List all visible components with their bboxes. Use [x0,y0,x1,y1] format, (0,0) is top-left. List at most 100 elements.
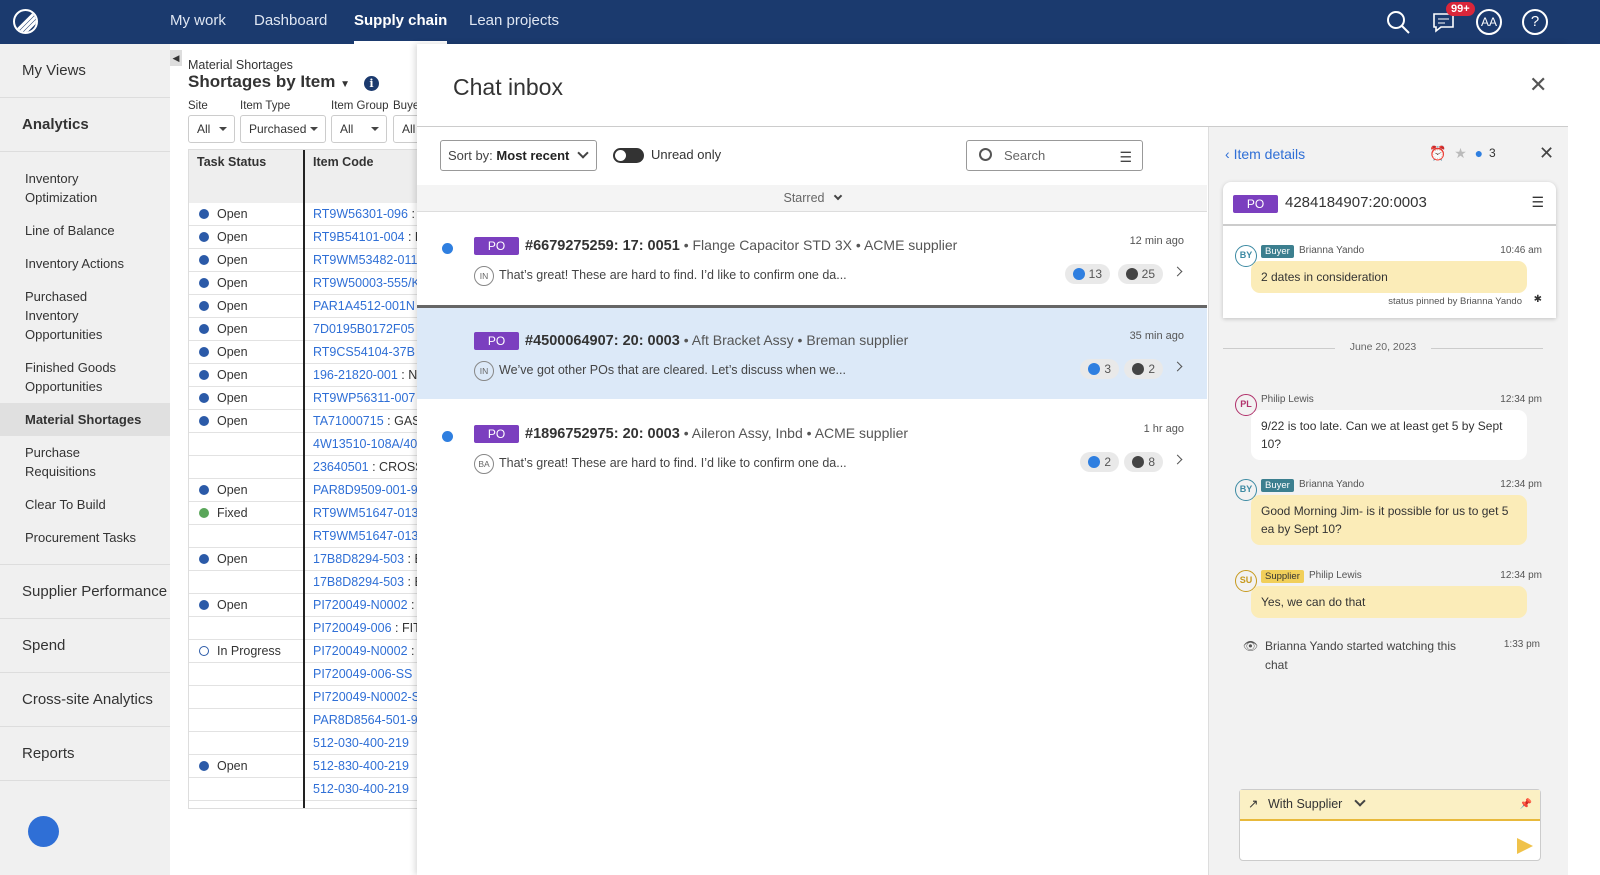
conversation-item[interactable]: PO #6679275259: 17: 0051 • Flange Capacit… [417,213,1207,307]
recipient-selector[interactable]: ↗ With Supplier 📌 [1240,790,1540,821]
members-pill[interactable]: 2 [1124,359,1163,379]
item-code-link[interactable]: PI720049-N0002 : [313,640,414,662]
table-row[interactable]: 512-030-400-219 [189,732,427,755]
unread-only-toggle[interactable] [613,148,644,163]
nav-my-work[interactable]: My work [170,12,226,29]
sidebar-item-material-shortages[interactable]: Material Shortages [0,403,170,436]
sort-dropdown[interactable]: Sort by: Most recent [440,140,597,171]
column-item-code[interactable]: Item Code [313,155,373,169]
table-row[interactable]: 23640501 : CROSS [189,456,427,479]
column-divider[interactable] [303,150,305,808]
item-code-link[interactable]: PAR8D8564-501-9 [313,709,418,731]
collapse-sidebar-button[interactable]: ◀ [170,50,182,66]
table-row[interactable]: PAR8D8564-501-9 [189,709,427,732]
table-row[interactable]: Open 512-830-400-219 [189,755,427,778]
item-code-link[interactable]: 4W13510-108A/40 [313,433,417,455]
item-code-link[interactable]: 512-030-400-219 [313,778,409,800]
table-row[interactable]: Open PAR8D9509-001-9 [189,479,427,502]
filter-item-group-select[interactable]: All [331,115,387,143]
item-code-link[interactable]: 512-830-400-219 [313,755,409,777]
item-code-link[interactable]: 196-21820-001 : N [313,364,417,386]
item-code-link[interactable]: PI720049-N0002 : [313,594,414,616]
table-row[interactable]: 512-030-400-219 [189,778,427,801]
table-row[interactable]: Fixed RT9WM51647-013 [189,502,427,525]
back-to-item-details[interactable]: ‹ Item details [1225,146,1305,162]
table-row[interactable]: Open PI720049-N0002 : [189,594,427,617]
item-code-link[interactable]: PI720049-006-SS [313,663,412,685]
search-input[interactable]: Search ☰ [966,140,1143,171]
sidebar-item-procurement-tasks[interactable]: Procurement Tasks [0,521,170,554]
sidebar-item-purchase-requisitions[interactable]: Purchase Requisitions [0,436,170,488]
item-code-link[interactable]: PAR1A4512-001N [313,295,415,317]
sidebar-spend[interactable]: Spend [0,619,170,673]
item-code-link[interactable]: 7D0195B0172F05 [313,318,414,340]
sidebar-supplier-performance[interactable]: Supplier Performance [0,565,170,619]
table-row[interactable]: Open RT9W56301-096 : [189,203,427,226]
item-code-link[interactable]: PAR8D9509-001-9 [313,479,418,501]
table-row[interactable]: Open PAR1A4512-001N [189,295,427,318]
conversation-item[interactable]: PO #1896752975: 20: 0003 • Aileron Assy, … [417,401,1207,495]
column-task-status[interactable]: Task Status [197,155,266,169]
alarm-icon[interactable]: ⏰ [1429,145,1446,161]
item-code-link[interactable]: 23640501 : CROSS [313,456,424,478]
table-row[interactable]: Open RT9WM53482-011 [189,249,427,272]
caret-down-icon[interactable]: ▼ [340,79,350,90]
table-row[interactable]: RT9WM51647-013 [189,525,427,548]
sidebar-item-purchased-inventory-opportunities[interactable]: Purchased Inventory Opportunities [0,280,160,351]
table-row[interactable]: Open RT9CS54104-37B [189,341,427,364]
table-row[interactable]: Open 196-21820-001 : N [189,364,427,387]
sidebar-item-clear-to-build[interactable]: Clear To Build [0,488,170,521]
sidebar-cross-site-analytics[interactable]: Cross-site Analytics [0,673,170,727]
chevron-right-icon[interactable] [1172,454,1183,465]
table-row[interactable]: Open 7D0195B0172F05 [189,318,427,341]
table-row[interactable]: In Progress PI720049-N0002 : [189,640,427,663]
help-icon[interactable]: ? [1522,9,1548,35]
table-row[interactable]: PI720049-006 : FIT [189,617,427,640]
sidebar-item-finished-goods-opportunities[interactable]: Finished Goods Opportunities [0,351,160,403]
sidebar-analytics[interactable]: Analytics [0,98,170,152]
item-code-link[interactable]: RT9WM51647-013 [313,525,418,547]
info-icon[interactable]: i [364,76,380,91]
table-row[interactable]: Open RT9W50003-555/K [189,272,427,295]
filter-site-select[interactable]: All [188,115,235,143]
members-pill[interactable]: 8 [1124,452,1163,472]
table-row[interactable]: Open 17B8D8294-503 : E [189,548,427,571]
table-row[interactable]: 4W13510-108A/40 [189,433,427,456]
watchers-pill[interactable]: 2 [1080,452,1119,472]
breadcrumb[interactable]: Material Shortages [188,58,293,72]
item-code-link[interactable]: RT9W50003-555/K [313,272,420,294]
pin-icon[interactable]: 📌 [1520,790,1532,819]
chevron-right-icon[interactable] [1172,361,1183,372]
table-row[interactable]: Open RT9WP56311-007 [189,387,427,410]
table-row[interactable]: PI720049-006-SS [189,663,427,686]
item-code-link[interactable]: RT9CS54104-37B [313,341,415,363]
item-code-link[interactable]: PI720049-006 : FIT [313,617,421,639]
eye-icon[interactable]: ● [1475,145,1483,161]
item-code-link[interactable]: RT9WM51647-013 [313,502,418,524]
nav-dashboard[interactable]: Dashboard [254,12,327,29]
close-icon[interactable]: ✕ [1529,72,1547,98]
conversation-item[interactable]: PO #4500064907: 20: 0003 • Aft Bracket As… [417,305,1207,399]
sidebar-item-line-of-balance[interactable]: Line of Balance [0,214,170,247]
item-code-link[interactable]: RT9WP56311-007 [313,387,415,409]
sidebar-item-inventory-actions[interactable]: Inventory Actions [0,247,170,280]
item-code-link[interactable]: 17B8D8294-503 : E [313,571,423,593]
item-code-link[interactable]: 17B8D8294-503 : E [313,548,423,570]
search-icon[interactable] [1385,9,1411,35]
app-logo[interactable] [13,9,38,34]
table-row[interactable]: Open TA71000715 : GAS [189,410,427,433]
filter-icon[interactable]: ☰ [1531,194,1544,211]
members-pill[interactable]: 25 [1117,264,1163,284]
item-code-link[interactable]: PI720049-N0002-S [313,686,420,708]
star-icon[interactable]: ★ [1454,145,1467,161]
filter-icon[interactable]: ☰ [1119,143,1132,172]
chevron-right-icon[interactable] [1172,266,1183,277]
item-code-link[interactable]: TA71000715 : GAS [313,410,421,432]
item-code-link[interactable]: RT9B54101-004 : F [313,226,423,248]
filter-item-type-select[interactable]: Purchased [240,115,326,143]
nav-supply-chain[interactable]: Supply chain [354,12,448,44]
item-code-link[interactable]: 512-030-400-219 [313,732,409,754]
table-row[interactable]: Open RT9B54101-004 : F [189,226,427,249]
nav-lean-projects[interactable]: Lean projects [469,12,559,29]
sidebar-my-views[interactable]: My Views [0,44,170,98]
